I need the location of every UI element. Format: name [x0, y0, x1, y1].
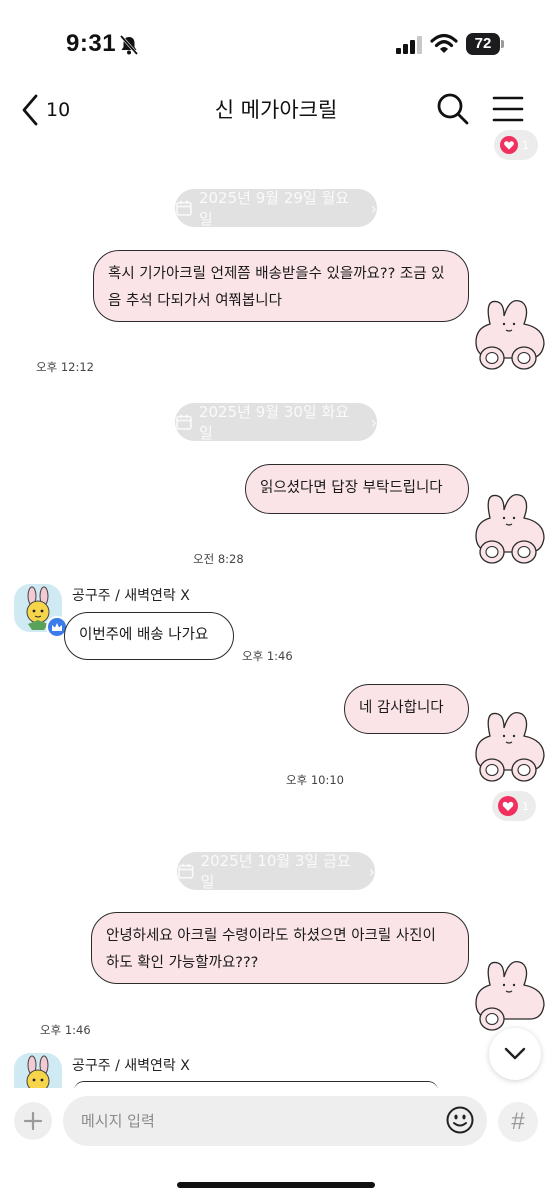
date-label: 2025년 9월 30일 화요일 — [198, 403, 350, 442]
calendar-icon — [178, 863, 194, 879]
message-bubble[interactable]: 네 감사합니다 — [344, 684, 469, 734]
message-text-line: 혹시 기가아크릴 언제쯤 배송받을수 있을까요?? 조금 있 — [108, 266, 445, 282]
menu-icon[interactable] — [490, 92, 526, 126]
message-bubble[interactable]: 읽으셨다면 답장 부탁드립니다 — [245, 464, 469, 514]
date-label: 2025년 10월 3일 금요일 — [200, 852, 351, 891]
reaction-count: 1 — [522, 138, 529, 152]
message-text: 읽으셨다면 답장 부탁드립니다 — [260, 480, 443, 496]
message-timestamp: 오후 12:12 — [36, 360, 94, 374]
avatar[interactable] — [14, 584, 68, 638]
back-button[interactable]: 10 — [18, 90, 88, 130]
sender-name: 공구주 / 새벽연락 X — [72, 588, 190, 604]
search-icon[interactable] — [434, 90, 472, 128]
unread-count: 10 — [46, 99, 71, 121]
calendar-icon — [176, 200, 192, 216]
date-label: 2025년 9월 29일 월요일 — [198, 189, 350, 228]
message-bubble[interactable]: 안녕하세요 아크릴 수령이라도 하셨으면 아크릴 사진이 하도 확인 가능할까요… — [91, 912, 469, 984]
bunny-sticker — [475, 299, 545, 370]
bell-slash-icon — [119, 35, 139, 55]
battery-level: 72 — [474, 35, 492, 52]
message-timestamp: 오전 8:28 — [193, 552, 244, 566]
reaction-heart[interactable]: 1 — [494, 130, 538, 160]
message-bubble[interactable]: 혹시 기가아크릴 언제쯤 배송받을수 있을까요?? 조금 있 음 추석 다되가서… — [93, 250, 469, 322]
message-text: 이번주에 배송 나가요 — [79, 627, 209, 643]
scroll-down-button[interactable] — [489, 1028, 541, 1080]
message-bubble[interactable]: 이번주에 배송 나가요 — [64, 612, 234, 660]
message-text: 네 감사합니다 — [359, 700, 444, 716]
chevron-left-icon — [22, 94, 38, 126]
chevron-down-icon — [504, 1047, 526, 1060]
chevron-right-icon: › — [370, 412, 377, 432]
message-text-line: 안녕하세요 아크릴 수령이라도 하셨으면 아크릴 사진이 — [106, 928, 436, 944]
calendar-icon — [176, 414, 192, 430]
emoji-icon[interactable] — [445, 1105, 475, 1135]
message-text-line: 하도 확인 가능할까요??? — [106, 955, 259, 971]
add-button[interactable] — [14, 1102, 52, 1140]
chat-title: 신 메가아크릴 — [214, 98, 338, 122]
sender-name: 공구주 / 새벽연락 X — [72, 1058, 190, 1074]
message-timestamp: 오후 1:46 — [242, 649, 293, 663]
message-timestamp: 오후 10:10 — [286, 773, 344, 787]
battery-icon: 72 — [466, 33, 504, 55]
status-time: 9:31 — [66, 30, 117, 57]
message-text-line: 음 추석 다되가서 여쭤봅니다 — [108, 293, 282, 309]
heart-icon — [500, 136, 518, 154]
hashtag-button[interactable]: # — [498, 1102, 538, 1142]
date-divider[interactable]: 2025년 9월 30일 화요일 › — [175, 403, 377, 442]
reaction-count: 1 — [522, 799, 529, 813]
plus-icon — [23, 1111, 43, 1131]
date-divider[interactable]: 2025년 9월 29일 월요일 › — [175, 189, 377, 228]
chevron-right-icon: › — [370, 198, 377, 218]
reaction-heart[interactable]: 1 — [492, 791, 536, 821]
bunny-sticker — [475, 711, 545, 782]
bunny-sticker — [475, 493, 545, 564]
chevron-right-icon: › — [368, 861, 375, 881]
date-divider[interactable]: 2025년 10월 3일 금요일 › — [177, 852, 375, 891]
wifi-icon — [430, 33, 458, 53]
signal-icon — [396, 36, 422, 54]
status-bar: 9:31 72 — [0, 0, 552, 90]
message-timestamp: 오후 1:46 — [40, 1023, 91, 1037]
bunny-sticker — [475, 960, 545, 1031]
message-input-bar: # — [0, 1088, 552, 1200]
chat-header: 10 신 메가아크릴 — [0, 80, 552, 136]
heart-icon — [498, 796, 518, 816]
home-indicator — [177, 1182, 375, 1188]
message-input[interactable] — [63, 1096, 487, 1146]
